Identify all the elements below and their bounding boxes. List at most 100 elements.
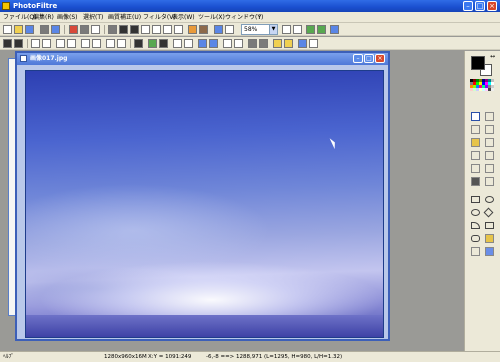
document-icon xyxy=(20,55,27,62)
window-icon[interactable] xyxy=(225,25,234,34)
brightness-plus-icon[interactable] xyxy=(31,39,40,48)
scan-icon[interactable] xyxy=(51,25,60,34)
zoom-value: 58% xyxy=(244,26,258,33)
zoom-out-icon[interactable] xyxy=(293,25,302,34)
actual-size-icon[interactable] xyxy=(317,25,326,34)
saturation-plus-icon[interactable] xyxy=(81,39,90,48)
doc-maximize-icon[interactable]: □ xyxy=(364,54,374,63)
doc-minimize-icon[interactable]: – xyxy=(353,54,363,63)
saturation-minus-icon[interactable] xyxy=(92,39,101,48)
menu-help[interactable]: ? xyxy=(258,14,261,21)
flip-v-icon[interactable] xyxy=(259,39,268,48)
color-palette[interactable] xyxy=(470,79,496,103)
status-coordinates: X:Y = 1091:249 xyxy=(148,354,192,360)
print-icon[interactable] xyxy=(40,25,49,34)
rotate-left-icon[interactable] xyxy=(273,39,282,48)
menu-view[interactable]: 表示(W) xyxy=(172,14,195,21)
fill-tool-icon[interactable] xyxy=(471,138,480,147)
select-all-icon[interactable] xyxy=(485,247,494,256)
rounded-rect-shape-icon[interactable] xyxy=(471,209,480,216)
shadow-icon[interactable] xyxy=(163,25,172,34)
brightness-minus-icon[interactable] xyxy=(42,39,51,48)
maximize-icon[interactable]: □ xyxy=(475,1,485,11)
image-size-icon[interactable] xyxy=(119,25,128,34)
sharpen-icon[interactable] xyxy=(184,39,193,48)
zoom-in-icon[interactable] xyxy=(282,25,291,34)
menu-selection[interactable]: 選択(T) xyxy=(83,14,103,21)
pattern-tool-icon[interactable] xyxy=(485,177,494,186)
invert-selection-icon[interactable] xyxy=(471,247,480,256)
close-icon[interactable]: × xyxy=(487,1,497,11)
flip-h-icon[interactable] xyxy=(248,39,257,48)
chevron-down-icon[interactable]: ▼ xyxy=(269,25,277,34)
status-dimensions: 1280x960x16M xyxy=(104,354,147,360)
resize-icon[interactable] xyxy=(309,39,318,48)
spray-tool-icon[interactable] xyxy=(485,138,494,147)
status-help: ﾍﾙﾌﾟ xyxy=(3,354,15,360)
menu-edit[interactable]: 編集(R) xyxy=(33,14,54,21)
redo-icon[interactable] xyxy=(80,25,89,34)
save-icon[interactable] xyxy=(25,25,34,34)
contrast-plus-icon[interactable] xyxy=(56,39,65,48)
document-titlebar[interactable]: 画像017.jpg – □ × xyxy=(17,53,388,65)
polygon-shape-icon[interactable] xyxy=(485,222,494,229)
menu-file[interactable]: ファイル(Q) xyxy=(3,14,36,21)
swap-colors-icon[interactable]: ↔ xyxy=(490,54,495,60)
open-selection-icon[interactable] xyxy=(485,234,494,243)
canvas-size-icon[interactable] xyxy=(130,25,139,34)
line-tool-icon[interactable] xyxy=(485,125,494,134)
menu-image[interactable]: 画像(S) xyxy=(57,14,78,21)
open-icon[interactable] xyxy=(14,25,23,34)
screen-icon[interactable] xyxy=(330,25,339,34)
filter-icon[interactable] xyxy=(188,25,197,34)
border-icon[interactable] xyxy=(152,25,161,34)
menu-adjust[interactable]: 画質補正(U) xyxy=(108,14,141,21)
foreground-color-swatch[interactable] xyxy=(471,56,485,70)
new-icon[interactable] xyxy=(3,25,12,34)
frame-icon[interactable] xyxy=(141,25,150,34)
filter-toolbar xyxy=(0,37,500,50)
pointer-tool-icon[interactable] xyxy=(471,112,480,121)
image-canvas[interactable] xyxy=(25,70,384,338)
eyedropper-tool-icon[interactable] xyxy=(485,112,494,121)
negative-icon[interactable] xyxy=(159,39,168,48)
drop-more-icon[interactable] xyxy=(209,39,218,48)
cloud-band xyxy=(26,315,383,337)
adjust-icon[interactable] xyxy=(199,25,208,34)
sepia-icon[interactable] xyxy=(148,39,157,48)
text-icon[interactable] xyxy=(174,25,183,34)
copy-icon[interactable] xyxy=(91,25,100,34)
ellipse-shape-icon[interactable] xyxy=(485,196,494,203)
crop-icon[interactable] xyxy=(108,25,117,34)
drop-icon[interactable] xyxy=(198,39,207,48)
undo-icon[interactable] xyxy=(69,25,78,34)
brush-tool-icon[interactable] xyxy=(471,151,480,160)
rotate-right-icon[interactable] xyxy=(284,39,293,48)
grayscale-icon[interactable] xyxy=(134,39,143,48)
fullscreen-icon[interactable] xyxy=(214,25,223,34)
menu-tools[interactable]: ツール(X) xyxy=(198,14,225,21)
advanced-brush-tool-icon[interactable] xyxy=(485,151,494,160)
gamma-plus-icon[interactable] xyxy=(106,39,115,48)
gamma-minus-icon[interactable] xyxy=(117,39,126,48)
document-window: 画像017.jpg – □ × xyxy=(15,51,390,341)
contrast-minus-icon[interactable] xyxy=(67,39,76,48)
texture-icon[interactable] xyxy=(223,39,232,48)
menu-bar: ファイル(Q) 編集(R) 画像(S) 選択(T) 画質補正(U) フィルタ(V… xyxy=(0,12,500,23)
transform-icon[interactable] xyxy=(298,39,307,48)
fit-icon[interactable] xyxy=(306,25,315,34)
doc-close-icon[interactable]: × xyxy=(375,54,385,63)
auto-level-icon[interactable] xyxy=(3,39,12,48)
blur-tool-icon[interactable] xyxy=(471,164,480,173)
menu-filter[interactable]: フィルタ(V) xyxy=(143,14,176,21)
lasso-shape-icon[interactable] xyxy=(471,235,480,242)
rectangle-shape-icon[interactable] xyxy=(471,196,480,203)
minimize-icon[interactable]: – xyxy=(463,1,473,11)
magic-wand-tool-icon[interactable] xyxy=(471,125,480,134)
blur-icon[interactable] xyxy=(173,39,182,48)
zoom-select[interactable]: 58% ▼ xyxy=(241,24,278,35)
relief-icon[interactable] xyxy=(234,39,243,48)
auto-contrast-icon[interactable] xyxy=(14,39,23,48)
stamp-tool-icon[interactable] xyxy=(471,177,480,186)
smudge-tool-icon[interactable] xyxy=(485,164,494,173)
